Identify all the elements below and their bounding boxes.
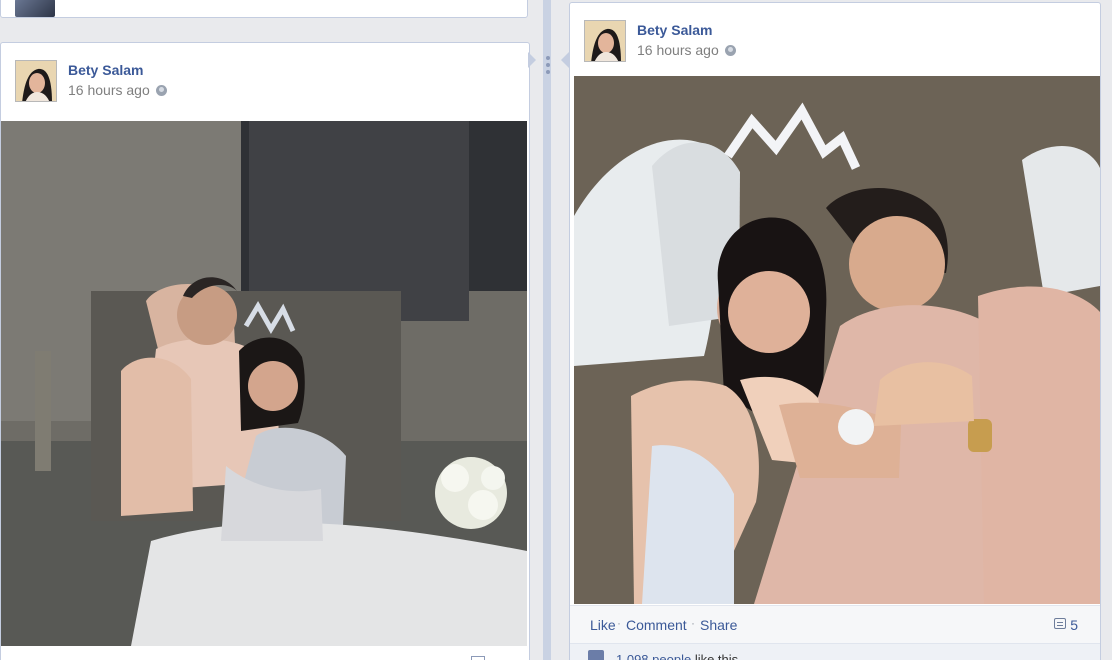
- story-options-icon[interactable]: [471, 656, 485, 660]
- previous-story-card: [0, 0, 528, 18]
- photo-story-left: Bety Salam 16 hours ago: [0, 42, 530, 660]
- right-card-pointer: [561, 52, 569, 68]
- story-timestamp: 16 hours ago: [637, 42, 736, 58]
- left-card-pointer: [528, 52, 536, 68]
- author-name[interactable]: Bety Salam: [637, 22, 712, 38]
- timeline-page: Bety Salam 16 hours ago Bety Salam 16 ho…: [0, 0, 1112, 660]
- photo-story-right: Bety Salam 16 hours ago Like · Comment ·…: [569, 2, 1101, 660]
- likes-suffix: like this.: [694, 652, 742, 660]
- action-separator: ·: [691, 616, 695, 630]
- timeline-spine-dot: [546, 56, 550, 60]
- likes-count-link[interactable]: 1,098 people: [616, 652, 691, 660]
- share-link[interactable]: Share: [700, 617, 737, 633]
- story-photo[interactable]: [1, 121, 527, 646]
- comment-count[interactable]: 5: [1070, 617, 1078, 633]
- globe-icon: [155, 85, 167, 96]
- likes-summary-row: 1,098 people like this.: [570, 643, 1100, 660]
- thumbs-up-icon: [588, 650, 604, 660]
- timeline-spine: [543, 0, 551, 660]
- author-avatar[interactable]: [15, 60, 57, 102]
- action-separator: ·: [617, 616, 621, 630]
- timeline-spine-dot: [546, 70, 550, 74]
- timeline-spine-dot: [546, 63, 550, 67]
- timestamp-text[interactable]: 16 hours ago: [68, 82, 150, 98]
- timestamp-text[interactable]: 16 hours ago: [637, 42, 719, 58]
- likes-summary: 1,098 people like this.: [616, 652, 742, 660]
- globe-icon: [724, 45, 736, 56]
- previous-story-thumbnail[interactable]: [15, 0, 55, 17]
- author-name[interactable]: Bety Salam: [68, 62, 143, 78]
- story-timestamp: 16 hours ago: [68, 82, 167, 98]
- story-photo[interactable]: [574, 76, 1100, 604]
- comment-count-icon[interactable]: [1054, 618, 1066, 629]
- like-link[interactable]: Like: [590, 617, 616, 633]
- comment-link[interactable]: Comment: [626, 617, 687, 633]
- author-avatar[interactable]: [584, 20, 626, 62]
- story-action-bar: Like · Comment · Share 5: [570, 605, 1100, 643]
